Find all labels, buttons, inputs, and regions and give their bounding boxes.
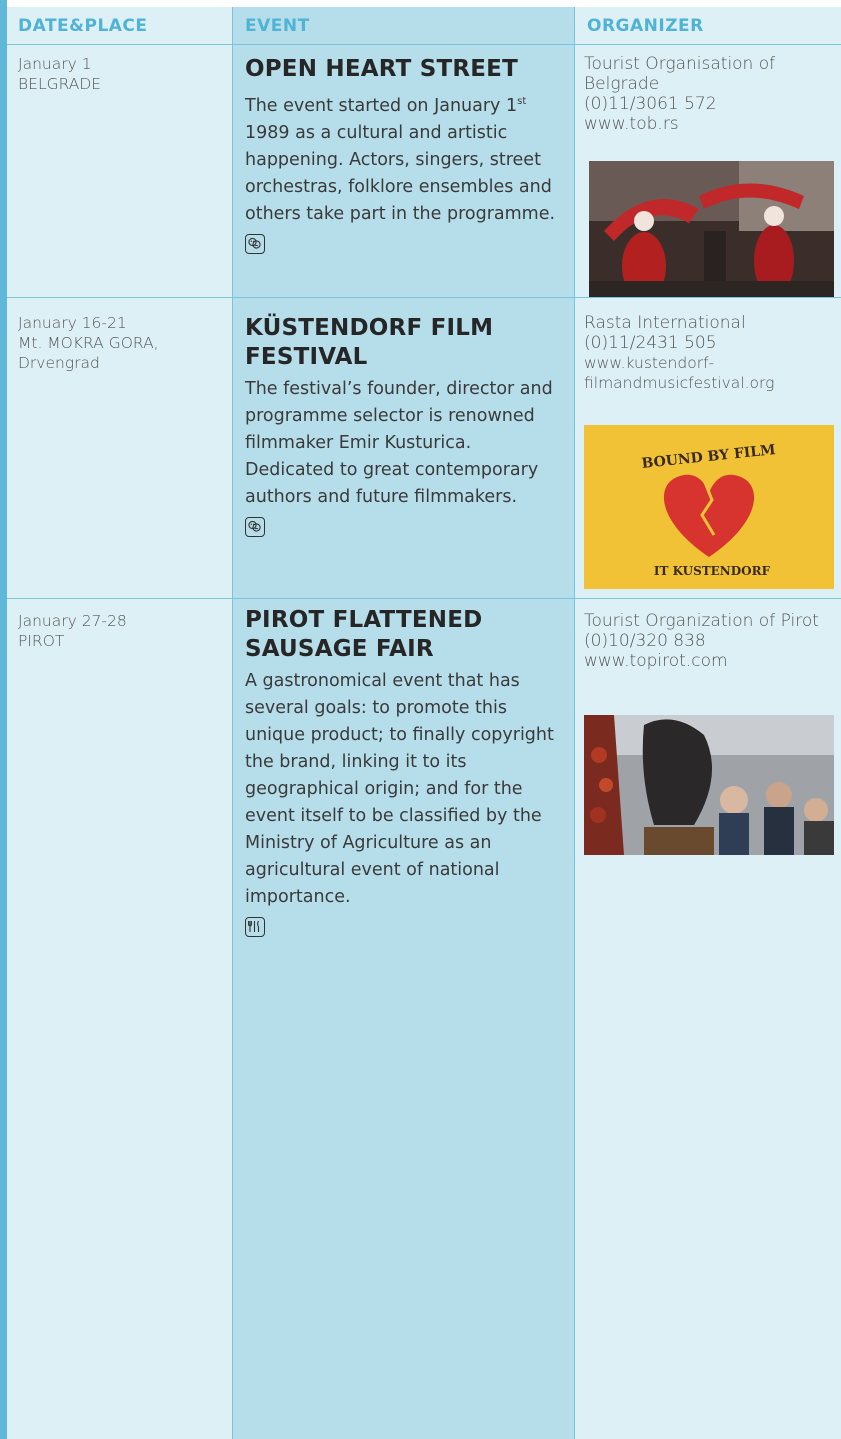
poster-bottom-text: IT KUSTENDORF bbox=[654, 564, 771, 578]
row2-event: KÜSTENDORF FILM FESTIVAL The festival’s … bbox=[245, 314, 565, 541]
organizer-website: www.topirot.com bbox=[584, 651, 728, 671]
row2-date-place: January 16-21 Mt. MOKRA GORA, Drvengrad bbox=[18, 313, 223, 373]
event-place: BELGRADE bbox=[18, 75, 102, 93]
organizer-phone: (0)10/320 838 bbox=[584, 631, 706, 651]
theatre-masks-icon bbox=[245, 233, 265, 254]
column-divider bbox=[232, 7, 233, 1439]
event-date: January 27-28 bbox=[18, 612, 127, 630]
row2-organizer: Rasta International (0)11/2431 505 www.k… bbox=[584, 313, 839, 393]
organizer-website: www.kustendorf-filmandmusicfestival.org bbox=[584, 354, 775, 392]
event-place: PIROT bbox=[18, 632, 65, 650]
events-table-page: DATE&PLACE EVENT ORGANIZER January 1 BEL… bbox=[0, 0, 841, 1439]
row-divider bbox=[7, 44, 841, 45]
event-date: January 16-21 bbox=[18, 314, 127, 332]
column-divider bbox=[574, 7, 575, 1439]
organizer-name: Tourist Organisation of Belgrade bbox=[584, 54, 776, 94]
organizer-name: Tourist Organization of Pirot bbox=[584, 611, 819, 631]
event-title: KÜSTENDORF FILM FESTIVAL bbox=[245, 315, 494, 370]
event-place: Mt. MOKRA GORA, Drvengrad bbox=[18, 334, 159, 372]
header-organizer: ORGANIZER bbox=[587, 16, 704, 36]
header-date-place: DATE&PLACE bbox=[18, 16, 148, 36]
row-divider bbox=[7, 297, 841, 298]
left-accent-bar bbox=[0, 0, 7, 1439]
row-divider bbox=[7, 598, 841, 599]
row3-date-place: January 27-28 PIROT bbox=[18, 611, 223, 651]
event-description: The festival’s founder, director and pro… bbox=[245, 379, 553, 507]
event-title: OPEN HEART STREET bbox=[245, 56, 518, 82]
row3-organizer: Tourist Organization of Pirot (0)10/320 … bbox=[584, 611, 834, 671]
date-column-bg bbox=[7, 7, 232, 1439]
row1-organizer: Tourist Organisation of Belgrade (0)11/3… bbox=[584, 54, 834, 134]
row1-event: OPEN HEART STREET The event started on J… bbox=[245, 55, 565, 258]
header-event: EVENT bbox=[245, 16, 310, 36]
event-description: A gastronomical event that has several g… bbox=[245, 671, 554, 907]
row3-event: PIROT FLATTENED SAUSAGE FAIR A gastronom… bbox=[245, 606, 565, 941]
event-description: The event started on January 1st 1989 as… bbox=[245, 95, 556, 224]
table-header: DATE&PLACE EVENT ORGANIZER bbox=[7, 7, 841, 43]
theatre-masks-icon bbox=[245, 517, 265, 537]
santa-parade-photo bbox=[589, 161, 834, 297]
organizer-name: Rasta International bbox=[584, 313, 746, 333]
row1-date-place: January 1 BELGRADE bbox=[18, 54, 223, 94]
bound-by-film-heart-poster: BOUND BY FILM IT KUSTENDORF bbox=[584, 425, 834, 589]
cutlery-icon bbox=[245, 917, 265, 937]
organizer-phone: (0)11/3061 572 bbox=[584, 94, 717, 114]
event-title: PIROT FLATTENED SAUSAGE FAIR bbox=[245, 607, 483, 662]
organizer-website: www.tob.rs bbox=[584, 114, 679, 134]
organizer-phone: (0)11/2431 505 bbox=[584, 333, 717, 353]
sausage-fair-crowd-photo bbox=[584, 715, 834, 855]
event-date: January 1 bbox=[18, 55, 92, 73]
